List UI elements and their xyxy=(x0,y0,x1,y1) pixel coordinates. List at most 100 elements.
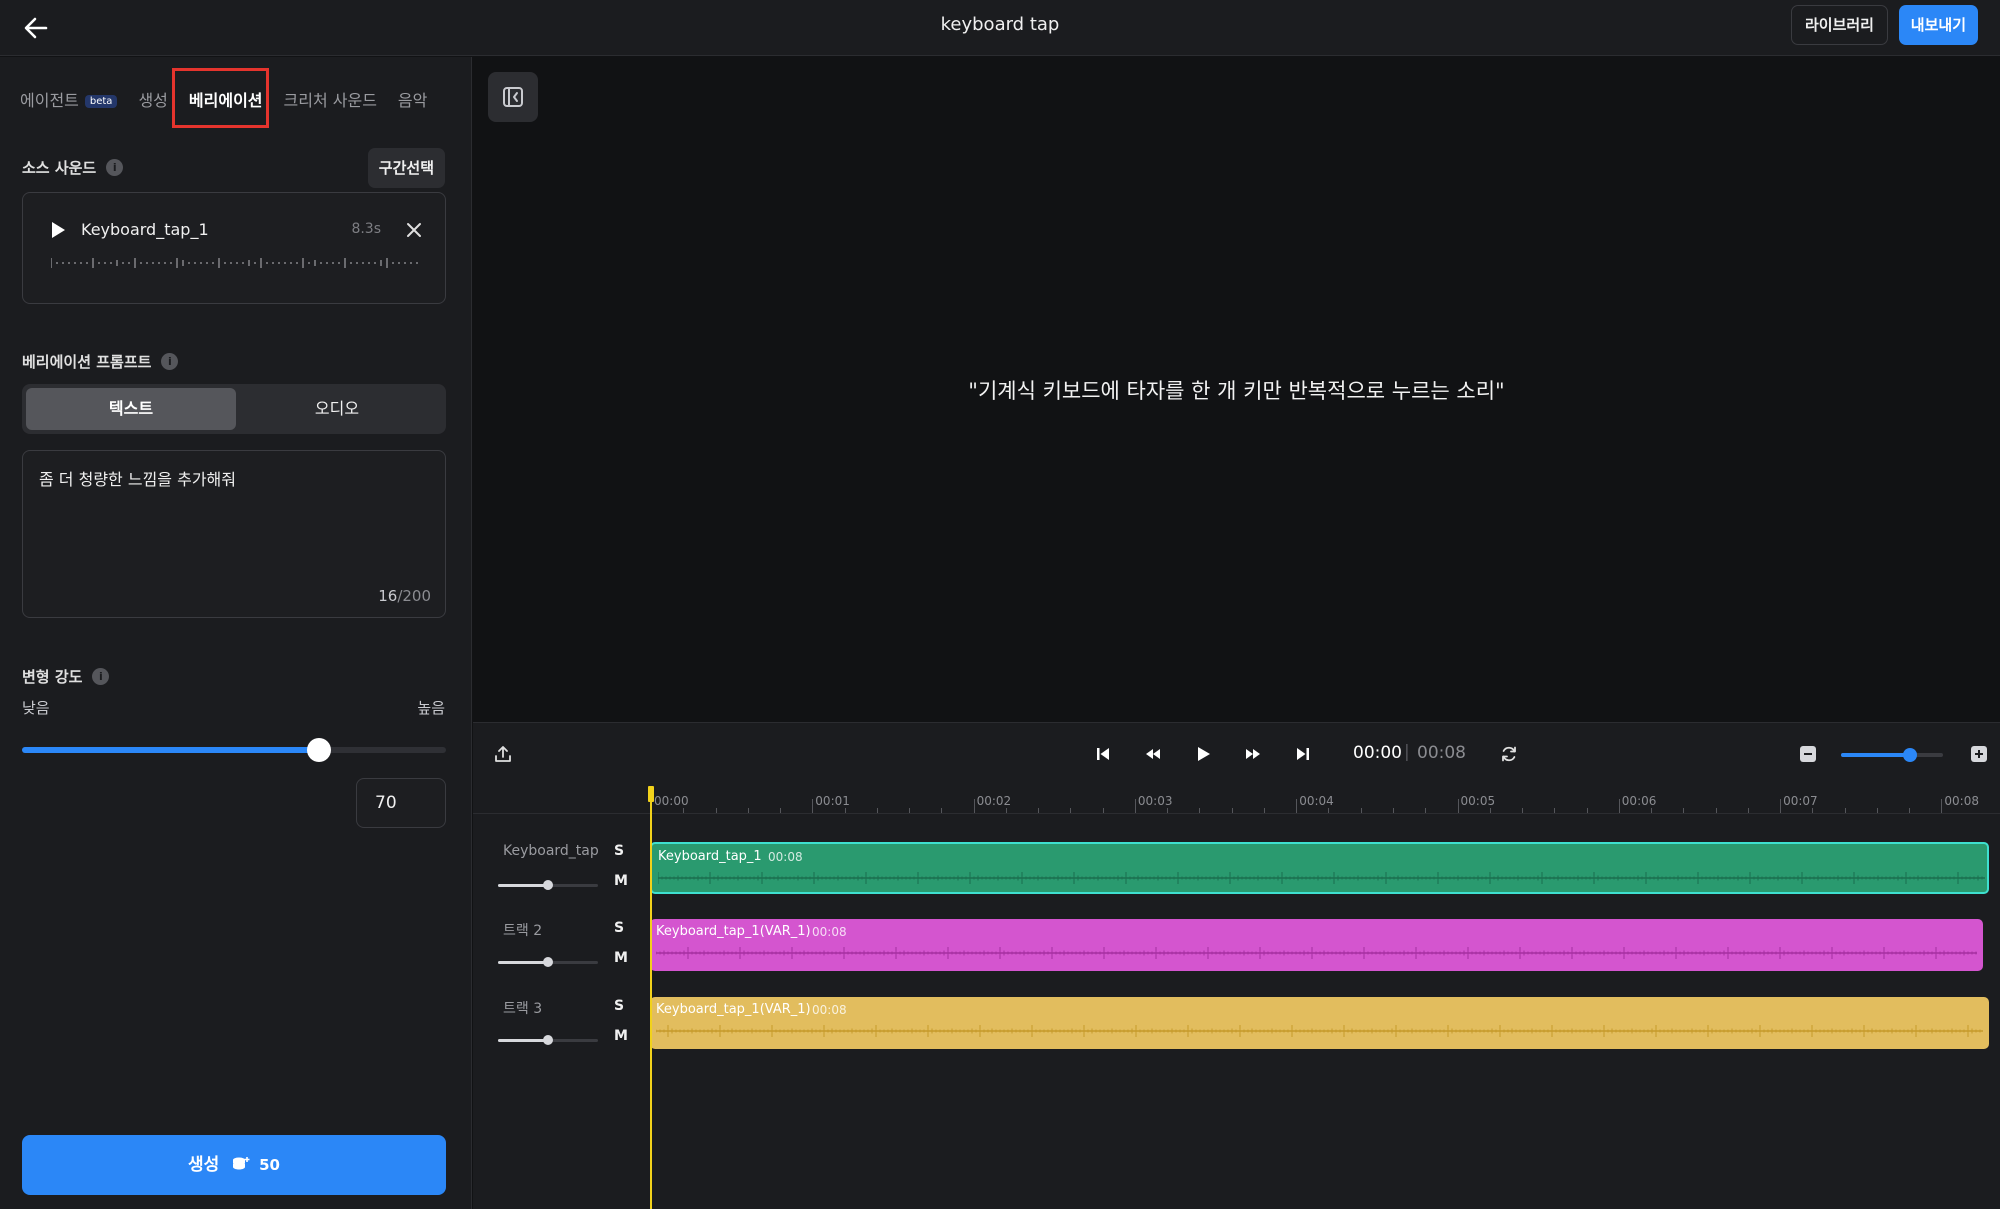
mute-button[interactable]: M xyxy=(614,1028,628,1044)
track-volume-knob[interactable] xyxy=(543,1035,553,1045)
zoom-slider-fill xyxy=(1841,753,1911,757)
track-name: Keyboard_tap xyxy=(503,843,599,859)
ruler-minor-tick xyxy=(909,808,911,813)
ruler-minor-tick xyxy=(1038,808,1040,813)
track-volume-fill xyxy=(498,1039,548,1042)
info-icon[interactable]: i xyxy=(92,668,110,685)
ruler-minor-tick xyxy=(1876,808,1878,813)
export-button[interactable]: 내보내기 xyxy=(1898,5,1978,45)
tab-generate[interactable]: 생성 xyxy=(138,87,167,111)
ruler-minor-tick xyxy=(941,808,943,813)
zoom-in-icon[interactable] xyxy=(1969,744,1989,764)
prompt-textarea[interactable]: 좀 더 청량한 느낌을 추가해줘 16/200 xyxy=(22,450,446,618)
solo-button[interactable]: S xyxy=(614,843,624,859)
ruler-tick-label: 00:07 xyxy=(1783,794,1818,808)
variation-prompt-title: 베리에이션 프롬프트 xyxy=(22,353,152,371)
strength-label: 변형 강도 i xyxy=(22,666,110,687)
ruler-minor-tick xyxy=(1554,808,1556,813)
text-mode-button[interactable]: 텍스트 xyxy=(26,388,236,430)
ruler-tick-label: 00:08 xyxy=(1944,794,1979,808)
highlight-box xyxy=(172,68,269,128)
ruler-minor-tick xyxy=(1586,808,1588,813)
ruler-minor-tick xyxy=(747,808,749,813)
beta-badge: beta xyxy=(84,95,118,108)
ruler-minor-tick xyxy=(1425,808,1427,813)
tab-music[interactable]: 음악 xyxy=(398,87,427,111)
ruler-minor-tick xyxy=(1328,808,1330,813)
ruler-tick-label: 00:06 xyxy=(1621,794,1657,808)
tab-agent[interactable]: 에이전트 beta xyxy=(20,87,118,111)
play-icon[interactable] xyxy=(1193,744,1213,764)
prompt-quote: "기계식 키보드에 타자를 한 개 키만 반복적으로 누르는 소리" xyxy=(968,379,1505,403)
time-ruler[interactable]: 00:00 00:01 00:02 00:03 00:04 00:05 00:06 00:07… xyxy=(473,786,2000,814)
audio-mode-button[interactable]: 오디오 xyxy=(232,388,442,430)
playhead[interactable] xyxy=(650,788,652,1209)
solo-button[interactable]: S xyxy=(614,998,624,1014)
loop-icon[interactable] xyxy=(1499,744,1519,764)
clip-label: Keyboard_tap_1(VAR_1) xyxy=(656,924,811,939)
ruler-minor-tick xyxy=(1360,808,1362,813)
playhead-handle[interactable] xyxy=(648,786,654,802)
source-sound-title: 소스 사운드 xyxy=(22,159,97,177)
source-duration: 8.3s xyxy=(351,221,381,237)
library-button[interactable]: 라이브러리 xyxy=(1790,5,1888,45)
strength-slider-knob[interactable] xyxy=(306,738,331,762)
mute-button[interactable]: M xyxy=(614,873,628,889)
fast-forward-icon[interactable] xyxy=(1243,744,1263,764)
ruler-minor-tick xyxy=(1489,808,1491,813)
ruler-tick xyxy=(1618,799,1620,813)
solo-button[interactable]: S xyxy=(614,920,624,936)
zoom-slider-knob[interactable] xyxy=(1903,748,1918,762)
ruler-tick-label: 00:02 xyxy=(976,794,1012,808)
ruler-tick xyxy=(812,799,814,813)
rewind-icon[interactable] xyxy=(1143,744,1163,764)
generate-cost: 50 xyxy=(259,1156,280,1174)
audio-clip[interactable]: Keyboard_tap_1(VAR_1) 00:08 xyxy=(650,919,1983,971)
ruler-tick xyxy=(1296,799,1298,813)
generate-button[interactable]: 생성 50 xyxy=(22,1135,446,1195)
ruler-tick-label: 00:01 xyxy=(815,794,850,808)
strength-min-label: 낮음 xyxy=(22,699,50,717)
ruler-minor-tick xyxy=(1102,808,1104,813)
track-volume-knob[interactable] xyxy=(543,957,553,967)
track-volume-slider[interactable] xyxy=(498,1035,598,1045)
strength-slider[interactable] xyxy=(22,738,446,762)
track-volume-knob[interactable] xyxy=(543,880,553,890)
clip-duration: 00:08 xyxy=(812,925,847,939)
strength-value-input[interactable]: 70 xyxy=(356,778,446,828)
char-count: 16 xyxy=(378,587,398,605)
clip-label: Keyboard_tap_1(VAR_1) xyxy=(656,1002,811,1017)
upload-icon[interactable] xyxy=(493,744,513,764)
char-counter: 16/200 xyxy=(378,587,431,605)
track-volume-fill xyxy=(498,884,548,887)
ruler-tick xyxy=(973,799,975,813)
play-icon[interactable] xyxy=(50,221,66,239)
info-icon[interactable]: i xyxy=(106,159,124,176)
collapse-panel-icon[interactable] xyxy=(488,72,538,122)
audio-clip[interactable]: Keyboard_tap_1(VAR_1) 00:08 xyxy=(650,997,1989,1049)
ruler-minor-tick xyxy=(1070,808,1072,813)
range-select-button[interactable]: 구간선택 xyxy=(367,148,445,188)
ruler-tick xyxy=(1134,799,1136,813)
track-volume-slider[interactable] xyxy=(498,957,598,967)
ruler-minor-tick xyxy=(1263,808,1265,813)
ruler-minor-tick xyxy=(1715,808,1717,813)
ruler-minor-tick xyxy=(1812,808,1814,813)
skip-to-end-icon[interactable] xyxy=(1293,744,1313,764)
ruler-minor-tick xyxy=(1005,808,1007,813)
ruler-minor-tick xyxy=(1747,808,1749,813)
info-icon[interactable]: i xyxy=(161,353,179,370)
tab-creature-sound[interactable]: 크리처 사운드 xyxy=(284,87,377,111)
ruler-tick-label: 00:04 xyxy=(1299,794,1334,808)
zoom-slider[interactable] xyxy=(1841,748,1943,762)
ruler-minor-tick xyxy=(1167,808,1169,813)
audio-clip[interactable]: Keyboard_tap_1 00:08 xyxy=(650,842,1989,894)
clip-waveform xyxy=(656,1025,1983,1037)
zoom-out-icon[interactable] xyxy=(1798,744,1818,764)
close-icon[interactable] xyxy=(405,221,423,239)
mute-button[interactable]: M xyxy=(614,950,628,966)
ruler-minor-tick xyxy=(876,808,878,813)
project-title: keyboard tap xyxy=(940,14,1060,35)
track-volume-slider[interactable] xyxy=(498,880,598,890)
skip-to-start-icon[interactable] xyxy=(1093,744,1113,764)
